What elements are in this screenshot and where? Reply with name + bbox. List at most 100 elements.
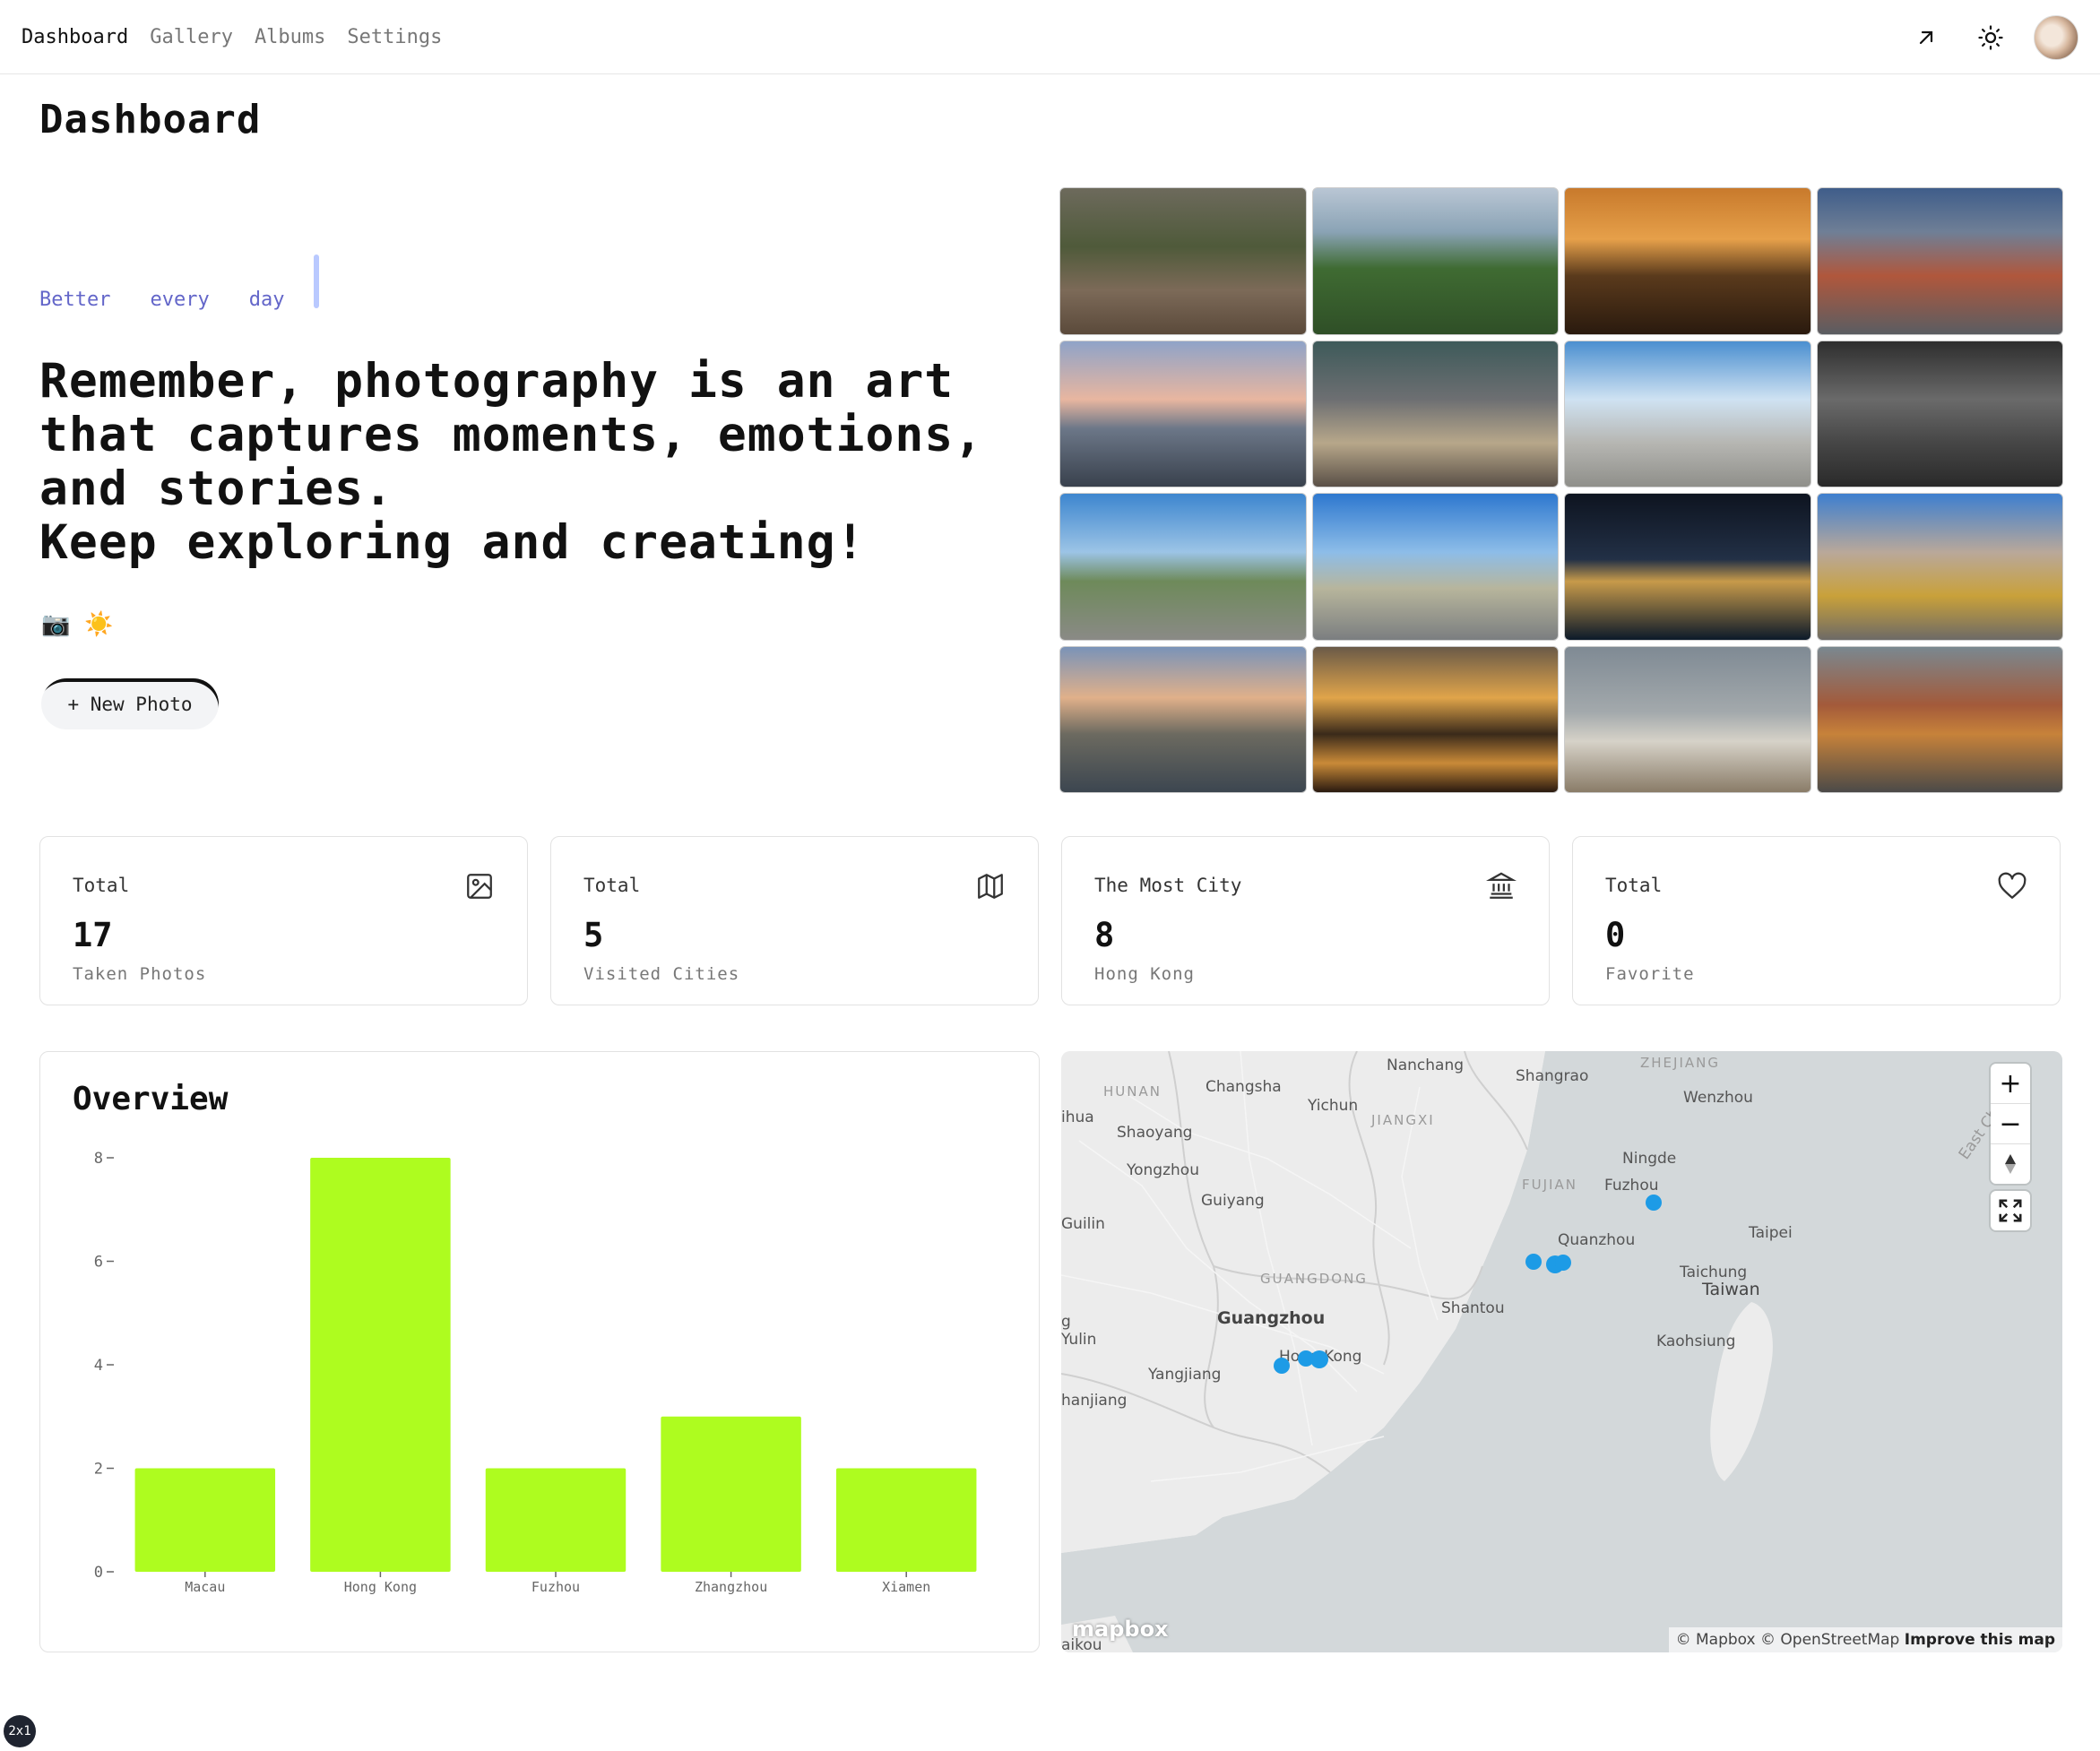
map-label: Fuzhou — [1604, 1177, 1659, 1195]
photo-thumbnail[interactable] — [1311, 493, 1559, 641]
photo-thumbnail[interactable] — [1564, 187, 1811, 335]
nav-link-albums[interactable]: Albums — [255, 26, 325, 48]
photo-thumbnail[interactable] — [1311, 645, 1559, 793]
stat-value: 5 — [583, 916, 604, 954]
map-label: ZHEJIANG — [1640, 1055, 1720, 1071]
compass-icon — [2005, 1154, 2016, 1174]
nav-link-dashboard[interactable]: Dashboard — [22, 26, 128, 48]
y-tick-label: 8 — [94, 1150, 103, 1168]
stat-subtitle: Hong Kong — [1094, 964, 1195, 984]
attribution-text[interactable]: © Mapbox © OpenStreetMap — [1676, 1631, 1900, 1649]
map-label: Shantou — [1441, 1299, 1505, 1317]
x-tick-label: Xiamen — [882, 1579, 930, 1595]
y-tick-label: 2 — [94, 1461, 103, 1479]
sun-icon[interactable] — [1969, 16, 2012, 59]
typing-word: every — [150, 289, 210, 311]
fullscreen-icon — [1999, 1199, 2022, 1222]
map-marker[interactable] — [1555, 1255, 1571, 1271]
photo-thumbnail[interactable] — [1816, 493, 2063, 641]
map-label: hanjiang — [1061, 1392, 1127, 1410]
map-marker[interactable] — [1310, 1350, 1328, 1368]
map-label: Guiyang — [1201, 1192, 1265, 1210]
x-tick-label: Hong Kong — [344, 1579, 417, 1595]
map-label: Yongzhou — [1126, 1161, 1199, 1179]
map-label: Taichung — [1679, 1264, 1747, 1281]
map-label: HUNAN — [1103, 1083, 1162, 1100]
map-label: Yulin — [1061, 1331, 1096, 1349]
map-label: g — [1061, 1313, 1071, 1331]
stat-card-most-city: The Most City 8 Hong Kong — [1061, 836, 1550, 1005]
nav-link-settings[interactable]: Settings — [347, 26, 442, 48]
corner-badge[interactable]: 2x1 — [4, 1715, 36, 1747]
map-zoom-controls: + − — [1991, 1064, 2030, 1184]
photo-map[interactable]: Nanchang Shangrao ZHEJIANG HUNAN Changsh… — [1061, 1051, 2062, 1652]
bar-zhangzhou[interactable] — [661, 1416, 801, 1572]
bar-hong-kong[interactable] — [310, 1158, 451, 1572]
map-label: Taipei — [1748, 1224, 1793, 1242]
heart-icon — [1998, 872, 2027, 899]
map-marker[interactable] — [1525, 1254, 1542, 1270]
map-label: Shangrao — [1516, 1067, 1588, 1085]
zoom-in-button[interactable]: + — [1991, 1064, 2030, 1104]
photo-thumbnail[interactable] — [1816, 645, 2063, 793]
new-photo-button[interactable]: + New Photo — [41, 678, 219, 729]
nav-link-gallery[interactable]: Gallery — [150, 26, 233, 48]
quote-line: Remember, photography is an art — [39, 354, 955, 409]
nav-links: Dashboard Gallery Albums Settings — [22, 0, 463, 74]
improve-map-link[interactable]: Improve this map — [1905, 1631, 2055, 1649]
compass-button[interactable] — [1991, 1144, 2030, 1184]
stat-card-cities: Total 5 Visited Cities — [550, 836, 1039, 1005]
map-marker[interactable] — [1274, 1358, 1290, 1374]
map-label: Changsha — [1206, 1078, 1282, 1096]
y-tick-label: 4 — [94, 1357, 103, 1375]
map-marker[interactable] — [1646, 1195, 1662, 1211]
bar-xiamen[interactable] — [835, 1468, 977, 1573]
photo-thumbnail[interactable] — [1059, 340, 1307, 487]
map-canvas: Nanchang Shangrao ZHEJIANG HUNAN Changsh… — [1061, 1051, 2062, 1652]
overview-card: Overview 0 2 4 6 8 Macau Hong Kong Fuzhou Zhangz… — [39, 1051, 1040, 1652]
nav-actions — [1883, 0, 2078, 74]
map-label: Taiwan — [1701, 1280, 1760, 1299]
map-label: Quanzhou — [1558, 1231, 1635, 1249]
external-arrow-icon[interactable] — [1905, 16, 1948, 59]
camera-sun-emoji: 📷 ☀️ — [41, 611, 114, 638]
photo-thumbnail[interactable] — [1059, 493, 1307, 641]
photo-grid — [1059, 187, 2063, 793]
photo-thumbnail[interactable] — [1311, 187, 1559, 335]
map-attribution: © Mapbox © OpenStreetMap Improve this ma… — [1668, 1627, 2062, 1652]
bar-macau[interactable] — [134, 1468, 276, 1573]
zoom-out-button[interactable]: − — [1991, 1104, 2030, 1144]
photo-thumbnail[interactable] — [1059, 645, 1307, 793]
stat-subtitle: Favorite — [1605, 964, 1695, 984]
photo-thumbnail[interactable] — [1564, 340, 1811, 487]
quote-line: that captures moments, emotions, — [39, 408, 984, 462]
stat-value: 17 — [73, 916, 113, 954]
stat-value: 8 — [1094, 916, 1115, 954]
photo-thumbnail[interactable] — [1059, 187, 1307, 335]
photo-thumbnail[interactable] — [1311, 340, 1559, 487]
stat-value: 0 — [1605, 916, 1626, 954]
map-label: FUJIAN — [1522, 1177, 1577, 1193]
overview-bar-chart: 0 2 4 6 8 Macau Hong Kong Fuzhou Zhangzhou Xiamen — [94, 1150, 977, 1595]
y-tick-label: 0 — [94, 1564, 103, 1582]
photo-thumbnail[interactable] — [1564, 493, 1811, 641]
mapbox-logo[interactable]: mapbox — [1072, 1617, 1169, 1642]
stat-label: Total — [73, 875, 130, 896]
photo-thumbnail[interactable] — [1564, 645, 1811, 793]
photo-thumbnail[interactable] — [1816, 187, 2063, 335]
map-label: Kaohsiung — [1656, 1333, 1735, 1350]
stat-card-favorite: Total 0 Favorite — [1572, 836, 2061, 1005]
photo-thumbnail[interactable] — [1816, 340, 2063, 487]
top-navbar: Dashboard Gallery Albums Settings — [0, 0, 2100, 74]
fullscreen-button[interactable] — [1991, 1191, 2030, 1230]
map-label: Wenzhou — [1683, 1089, 1753, 1107]
avatar[interactable] — [2034, 14, 2078, 60]
x-tick-label: Zhangzhou — [695, 1579, 767, 1595]
quote-line: and stories. — [39, 461, 393, 516]
hero-quote: Remember, photography is an art that cap… — [39, 355, 1025, 570]
stat-subtitle: Taken Photos — [73, 964, 207, 984]
stat-label: The Most City — [1094, 875, 1242, 896]
bar-fuzhou[interactable] — [485, 1468, 627, 1573]
map-label: Shaoyang — [1117, 1124, 1192, 1142]
page-title: Dashboard — [39, 97, 262, 142]
